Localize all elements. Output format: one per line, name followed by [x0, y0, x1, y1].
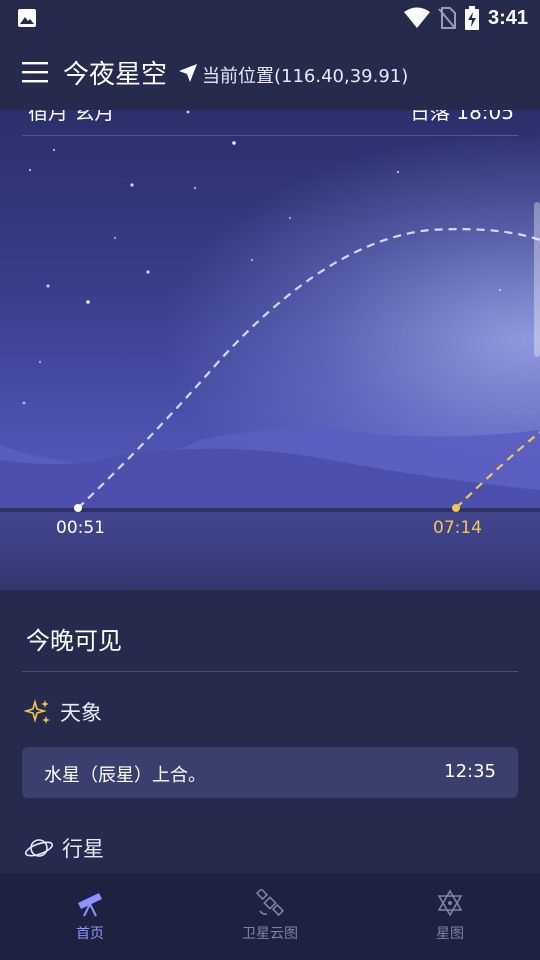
- star: [113, 236, 117, 240]
- star: [232, 141, 236, 145]
- scroll-indicator[interactable]: [534, 202, 540, 357]
- tonight-visible-section: 今晚可见 天象 水星（辰星）上合。 12:35 行星: [0, 603, 540, 873]
- star: [28, 168, 32, 172]
- star: [146, 270, 150, 274]
- star: [22, 401, 26, 405]
- menu-icon[interactable]: [22, 60, 48, 84]
- planet-icon: [24, 839, 54, 857]
- no-sim-icon: [438, 7, 456, 29]
- event-text: 水星（辰星）上合。: [44, 765, 206, 786]
- star-chart-icon: [437, 889, 463, 917]
- star: [52, 148, 56, 152]
- tab-star-chart[interactable]: 星图: [360, 873, 540, 960]
- tab-satellite-cloud[interactable]: 卫星云图: [180, 873, 360, 960]
- page-title: 今夜星空: [63, 60, 168, 90]
- planets-header: 行星: [24, 833, 104, 863]
- telescope-icon: [78, 893, 102, 917]
- star: [86, 300, 90, 304]
- event-time: 12:35: [444, 761, 496, 782]
- sunrise-marker: [452, 504, 460, 512]
- star: [46, 284, 50, 288]
- star: [288, 216, 292, 220]
- section-title: 今晚可见: [26, 627, 122, 655]
- location-arrow-icon[interactable]: [178, 63, 198, 83]
- star: [186, 110, 190, 114]
- bottom-navigation: 首页 卫星云图 星图: [0, 873, 540, 960]
- planets-label: 行星: [62, 837, 104, 861]
- moonrise-marker: [74, 504, 82, 512]
- tab-home[interactable]: 首页: [0, 873, 180, 960]
- star: [130, 183, 134, 187]
- status-time: 3:41: [487, 6, 528, 29]
- sparkles-icon: [24, 699, 50, 724]
- stars: [22, 110, 502, 405]
- phenomena-header: 天象: [24, 697, 102, 727]
- satellite-icon: [255, 889, 285, 917]
- tab-label: 卫星云图: [242, 926, 298, 942]
- moon-trajectory-card: 宿月 玄月 日落 18:05 00:51 07:14: [0, 110, 540, 590]
- star: [250, 258, 254, 262]
- moonrise-time: 00:51: [56, 518, 105, 538]
- wifi-icon: [403, 7, 430, 28]
- gallery-icon: [18, 9, 36, 27]
- status-bar: 3:41: [0, 0, 540, 36]
- star: [193, 186, 197, 190]
- tab-label: 星图: [436, 926, 464, 942]
- phenomena-label: 天象: [60, 701, 102, 725]
- star: [38, 360, 42, 364]
- star: [498, 288, 502, 292]
- battery-charging-icon: [464, 6, 479, 30]
- divider: [22, 671, 518, 672]
- event-item[interactable]: 水星（辰星）上合。 12:35: [22, 747, 518, 798]
- sunrise-time: 07:14: [433, 518, 482, 538]
- tab-label: 首页: [76, 926, 104, 942]
- star: [396, 170, 400, 174]
- app-bar: 今夜星空 当前位置(116.40,39.91): [0, 36, 540, 110]
- current-location[interactable]: 当前位置(116.40,39.91): [202, 62, 408, 88]
